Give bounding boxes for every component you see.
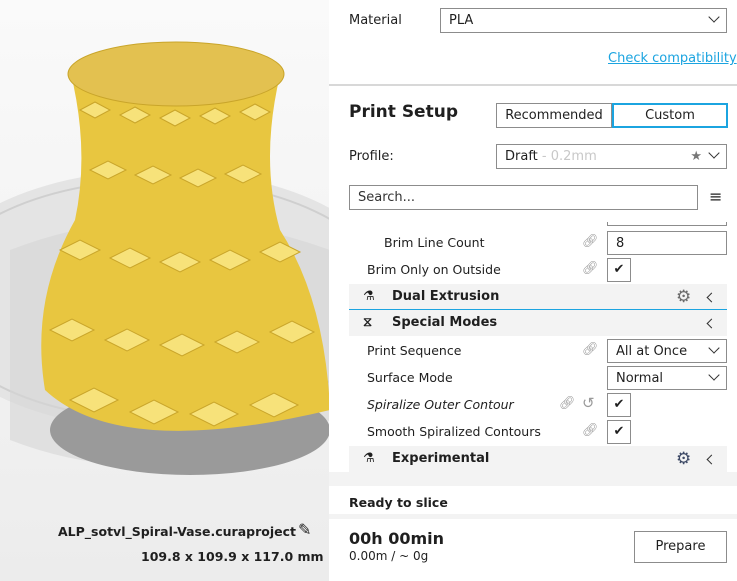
brim-line-count-label: Brim Line Count: [384, 235, 485, 250]
pencil-icon[interactable]: ✎: [298, 520, 311, 539]
smooth-spiral-label: Smooth Spiralized Contours: [367, 424, 541, 439]
material-select[interactable]: PLA: [440, 8, 727, 33]
dual-extrusion-icon: ⚗: [363, 289, 375, 304]
category-special-modes[interactable]: ⧖ Special Modes: [349, 310, 727, 336]
material-value: PLA: [449, 13, 474, 28]
star-icon: ★: [690, 149, 702, 164]
prepare-button[interactable]: Prepare: [634, 531, 727, 563]
page-title: Print Setup: [349, 102, 458, 122]
model-render: [0, 41, 329, 475]
gear-icon[interactable]: ⚙: [676, 446, 691, 472]
profile-select[interactable]: Draft - 0.2mm ★: [496, 144, 727, 169]
divider: [329, 514, 737, 519]
brim-only-outside-label: Brim Only on Outside: [367, 262, 501, 277]
chevron-left-icon: [706, 318, 717, 329]
divider: [329, 472, 737, 486]
print-time: 00h 00min: [349, 529, 445, 548]
search-input[interactable]: Search...: [349, 185, 698, 210]
smooth-spiral-checkbox[interactable]: ✔: [607, 420, 631, 444]
print-sequence-select[interactable]: All at Once: [607, 339, 727, 363]
spiralize-label: Spiralize Outer Contour: [367, 397, 514, 412]
category-dual-extrusion[interactable]: ⚗ Dual Extrusion ⚙: [349, 284, 727, 310]
category-experimental[interactable]: ⚗ Experimental ⚙: [349, 446, 727, 472]
material-usage: 0.00m / ~ 0g: [349, 549, 429, 563]
link-icon: 🔗︎: [582, 342, 599, 357]
tab-custom[interactable]: Custom: [612, 103, 728, 128]
category-label: Dual Extrusion: [392, 289, 500, 304]
surface-mode-select[interactable]: Normal: [607, 366, 727, 390]
chevron-down-icon: [708, 147, 720, 159]
brim-only-outside-checkbox[interactable]: ✔: [607, 258, 631, 282]
category-label: Experimental: [392, 451, 490, 466]
tab-recommended[interactable]: Recommended: [496, 103, 612, 128]
flask-icon: ⚗: [363, 451, 375, 466]
menu-icon[interactable]: ≡: [709, 187, 722, 206]
slice-status: Ready to slice: [349, 495, 448, 510]
gear-icon[interactable]: ⚙: [676, 284, 691, 310]
select-value: All at Once: [616, 344, 688, 359]
profile-detail: - 0.2mm: [537, 149, 597, 164]
3d-viewport[interactable]: ALP_sotvl_Spiral-Vase.curaproject ✎ 109.…: [0, 0, 329, 581]
link-icon: 🔗︎: [582, 423, 599, 438]
chevron-left-icon: [706, 454, 717, 465]
chevron-down-icon: [708, 369, 720, 381]
material-label: Material: [349, 13, 402, 28]
select-value: Normal: [616, 371, 664, 386]
chevron-left-icon: [706, 292, 717, 303]
reset-icon[interactable]: ↺: [582, 394, 595, 412]
link-icon: 🔗︎: [582, 261, 599, 276]
special-modes-icon: ⧖: [363, 315, 373, 330]
divider: [329, 84, 737, 86]
print-sequence-label: Print Sequence: [367, 343, 462, 358]
check-compatibility-link[interactable]: Check compatibility: [608, 51, 737, 66]
scrolled-input: [607, 222, 727, 226]
profile-name: Draft: [505, 149, 538, 164]
surface-mode-label: Surface Mode: [367, 370, 453, 385]
brim-line-count-input[interactable]: 8: [607, 231, 727, 255]
filename: ALP_sotvl_Spiral-Vase.curaproject: [58, 524, 296, 539]
chevron-down-icon: [708, 342, 720, 354]
link-icon: 🔗︎: [582, 234, 599, 249]
link-icon: 🔗︎: [559, 396, 576, 411]
settings-panel: Material PLA Check compatibility Print S…: [329, 0, 737, 581]
chevron-down-icon: [708, 11, 720, 23]
spiralize-checkbox[interactable]: ✔: [607, 393, 631, 417]
profile-label: Profile:: [349, 149, 394, 164]
category-label: Special Modes: [392, 315, 498, 330]
model-dimensions: 109.8 x 109.9 x 117.0 mm: [141, 549, 324, 564]
